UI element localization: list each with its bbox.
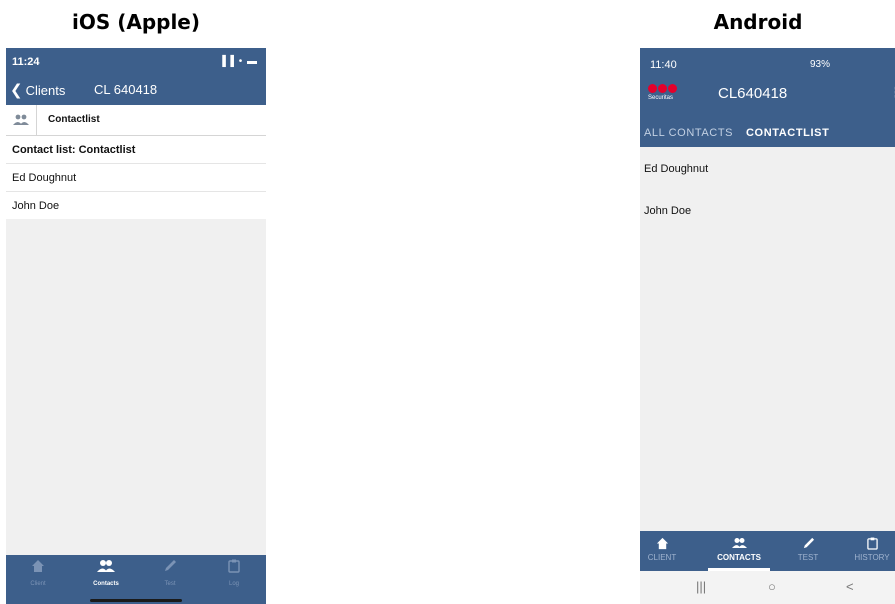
ios-page-title: CL 640418 <box>94 82 158 97</box>
ios-back-button[interactable]: ❮ Clients <box>10 81 65 99</box>
ios-tab-log[interactable]: Log <box>214 559 254 587</box>
tab-contactlist[interactable]: CONTACTLIST <box>746 127 829 139</box>
overflow-menu-icon[interactable]: ⋮ <box>889 84 895 101</box>
clipboard-icon <box>214 559 254 581</box>
list-item[interactable]: John Doe <box>644 205 691 217</box>
android-system-nav: ||| ○ < <box>640 571 895 604</box>
ios-contact-list: Contact list: Contactlist Ed Doughnut Jo… <box>6 136 266 219</box>
home-icon <box>640 537 686 553</box>
list-item[interactable]: Ed Doughnut <box>6 163 266 191</box>
android-page-title: CL640418 <box>718 85 788 102</box>
android-tab-history[interactable]: HISTORY <box>848 537 895 562</box>
ios-list-title: Contact list: Contactlist <box>12 144 136 156</box>
android-header: 11:40 93% Securitas CL640418 ⋮ ALL CONTA… <box>640 48 895 147</box>
android-tab-contacts-label: CONTACTS <box>717 553 761 562</box>
ios-bottom-tabbar: Client Contacts Test Log <box>6 555 266 604</box>
securitas-dots-icon <box>648 84 680 93</box>
list-item[interactable]: John Doe <box>6 191 266 219</box>
contacts-icon <box>86 559 126 581</box>
android-screen: 11:40 93% Securitas CL640418 ⋮ ALL CONTA… <box>640 48 895 604</box>
ios-tab-row: Contactlist <box>6 105 266 136</box>
android-tab-test-label: TEST <box>797 553 819 562</box>
android-tab-client[interactable]: CLIENT <box>640 537 686 562</box>
ios-status-icons: ▐▐ • ▬ <box>218 56 258 67</box>
ios-caption: iOS (Apple) <box>71 10 201 34</box>
pencil-icon <box>150 559 190 581</box>
tab-all-contacts[interactable]: ALL CONTACTS <box>644 127 733 139</box>
android-tab-history-label: HISTORY <box>854 553 890 562</box>
ios-status-time: 11:24 <box>12 56 40 68</box>
android-caption: Android <box>713 10 803 34</box>
contacts-icon[interactable] <box>6 105 37 135</box>
contacts-icon <box>715 537 763 553</box>
pencil-icon <box>784 537 832 553</box>
ios-tab-client[interactable]: Client <box>18 559 58 587</box>
back-button[interactable]: < <box>846 579 854 594</box>
ios-tab-contactlist[interactable]: Contactlist <box>48 114 100 125</box>
android-tab-client-label: CLIENT <box>647 553 677 562</box>
logo-text: Securitas <box>648 95 674 101</box>
android-status-battery: 93% <box>810 59 831 70</box>
android-tab-test[interactable]: TEST <box>784 537 832 562</box>
ios-tab-client-label: Client <box>30 581 46 587</box>
ios-tab-log-label: Log <box>228 581 239 587</box>
android-tab-contacts[interactable]: CONTACTS <box>715 537 763 562</box>
android-status-time: 11:40 <box>650 59 677 71</box>
list-item[interactable]: Ed Doughnut <box>644 163 708 175</box>
ios-screen: 11:24 ▐▐ • ▬ ❮ Clients CL 640418 Contact… <box>6 48 266 604</box>
ios-home-indicator[interactable] <box>90 599 182 602</box>
securitas-logo: Securitas <box>648 84 680 101</box>
recents-button[interactable]: ||| <box>696 579 706 594</box>
ios-tab-test[interactable]: Test <box>150 559 190 587</box>
ios-header: 11:24 ▐▐ • ▬ ❮ Clients CL 640418 <box>6 48 266 105</box>
android-bottom-tabbar: CLIENT CONTACTS TEST HISTORY <box>640 531 895 571</box>
home-button[interactable]: ○ <box>768 579 776 594</box>
chevron-left-icon: ❮ <box>10 82 23 99</box>
ios-tab-test-label: Test <box>164 581 176 587</box>
ios-tab-contacts[interactable]: Contacts <box>86 559 126 587</box>
ios-tab-contacts-label: Contacts <box>93 581 119 587</box>
home-icon <box>18 559 58 581</box>
clipboard-icon <box>848 537 895 553</box>
ios-back-label: Clients <box>25 82 66 98</box>
